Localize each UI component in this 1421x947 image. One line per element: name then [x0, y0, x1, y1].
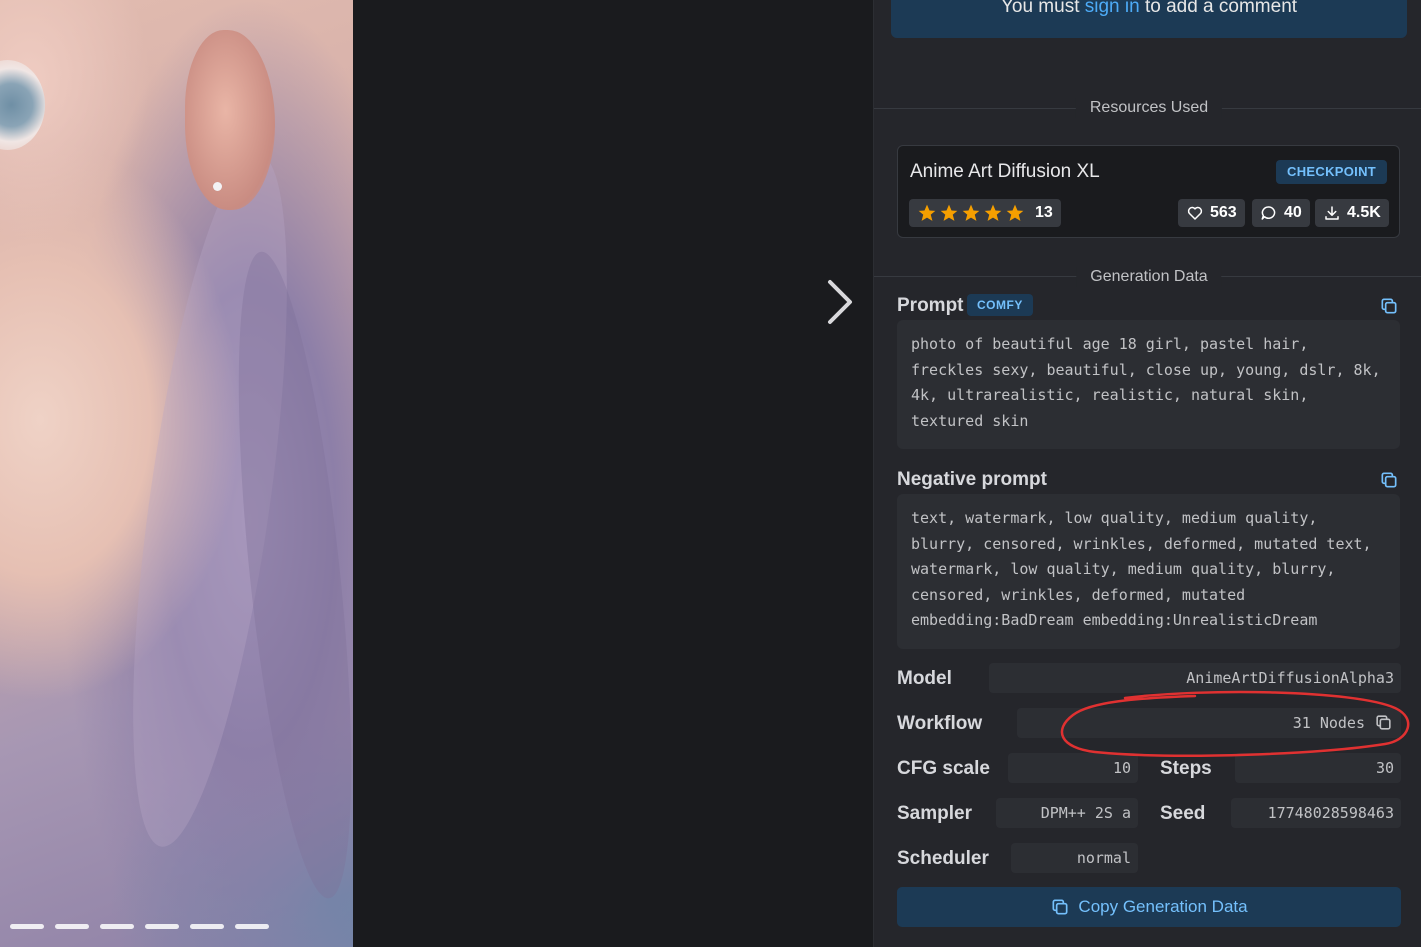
workflow-label: Workflow — [897, 713, 983, 734]
image-viewer-backdrop — [353, 0, 873, 947]
resource-card[interactable]: Anime Art Diffusion XL CHECKPOINT 13 563… — [897, 145, 1400, 238]
carousel-dot[interactable] — [235, 924, 269, 929]
ear — [185, 30, 275, 210]
prompt-label: Prompt — [897, 295, 964, 316]
copy-icon[interactable] — [1379, 470, 1399, 490]
sampler-value[interactable]: DPM++ 2S a — [996, 798, 1138, 828]
seed-label: Seed — [1160, 803, 1206, 824]
copy-generation-data-label: Copy Generation Data — [1078, 897, 1248, 916]
model-label: Model — [897, 668, 952, 689]
downloads-count: 4.5K — [1347, 204, 1381, 221]
copy-icon — [1052, 899, 1068, 915]
carousel-dot[interactable] — [10, 924, 44, 929]
seed-value[interactable]: 17748028598463 — [1231, 798, 1401, 828]
carousel-dot[interactable] — [55, 924, 89, 929]
star-icon — [984, 204, 1002, 221]
resource-name[interactable]: Anime Art Diffusion XL — [910, 161, 1100, 183]
negative-prompt-label: Negative prompt — [897, 469, 1047, 490]
carousel-indicators — [0, 924, 353, 929]
cfg-scale-value[interactable]: 10 — [1008, 753, 1138, 783]
comment-icon — [1261, 206, 1276, 220]
copy-icon[interactable] — [1374, 713, 1393, 732]
copy-icon[interactable] — [1379, 296, 1399, 316]
heart-icon — [1187, 206, 1203, 220]
comment-signin-notice: You must sign in to add a comment — [891, 0, 1407, 38]
steps-label: Steps — [1160, 758, 1212, 779]
likes-count: 563 — [1210, 204, 1237, 221]
resource-type-badge: CHECKPOINT — [1276, 160, 1387, 184]
rating-count: 13 — [1035, 204, 1053, 221]
prompt-text[interactable]: photo of beautiful age 18 girl, pastel h… — [897, 320, 1400, 449]
cfg-scale-label: CFG scale — [897, 758, 990, 779]
star-icon — [962, 204, 980, 221]
gallery-image[interactable] — [0, 0, 353, 947]
carousel-dot[interactable] — [190, 924, 224, 929]
resources-heading: Resources Used — [1075, 98, 1223, 118]
rating-stars — [917, 203, 1025, 223]
star-icon — [940, 204, 958, 221]
sampler-label: Sampler — [897, 803, 972, 824]
comments-pill: 40 — [1252, 199, 1310, 227]
comments-count: 40 — [1284, 204, 1302, 221]
likes-pill: 563 — [1178, 199, 1245, 227]
downloads-pill: 4.5K — [1315, 199, 1389, 227]
scheduler-label: Scheduler — [897, 848, 989, 869]
steps-value[interactable]: 30 — [1235, 753, 1401, 783]
copy-generation-data-button[interactable]: Copy Generation Data — [897, 887, 1401, 927]
eye — [0, 60, 45, 150]
generation-heading: Generation Data — [1076, 267, 1222, 287]
details-panel: You must sign in to add a comment Resour… — [873, 0, 1421, 947]
scheduler-value[interactable]: normal — [1011, 843, 1138, 873]
earring — [213, 182, 222, 191]
download-icon — [1325, 206, 1339, 220]
comfy-badge: COMFY — [967, 294, 1033, 316]
carousel-dot[interactable] — [145, 924, 179, 929]
carousel-dot[interactable] — [100, 924, 134, 929]
workflow-value[interactable]: 31 Nodes — [1017, 708, 1401, 738]
chevron-right-icon[interactable] — [820, 278, 860, 326]
model-value[interactable]: AnimeArtDiffusionAlpha3 — [989, 663, 1401, 693]
sign-in-link[interactable]: sign in — [1085, 0, 1140, 17]
negative-prompt-text[interactable]: text, watermark, low quality, medium qua… — [897, 494, 1400, 649]
notice-text: to add a comment — [1144, 0, 1298, 17]
star-icon — [1006, 204, 1024, 221]
notice-text: You must — [1000, 0, 1080, 17]
rating-pill: 13 — [909, 199, 1061, 227]
star-icon — [918, 204, 936, 221]
